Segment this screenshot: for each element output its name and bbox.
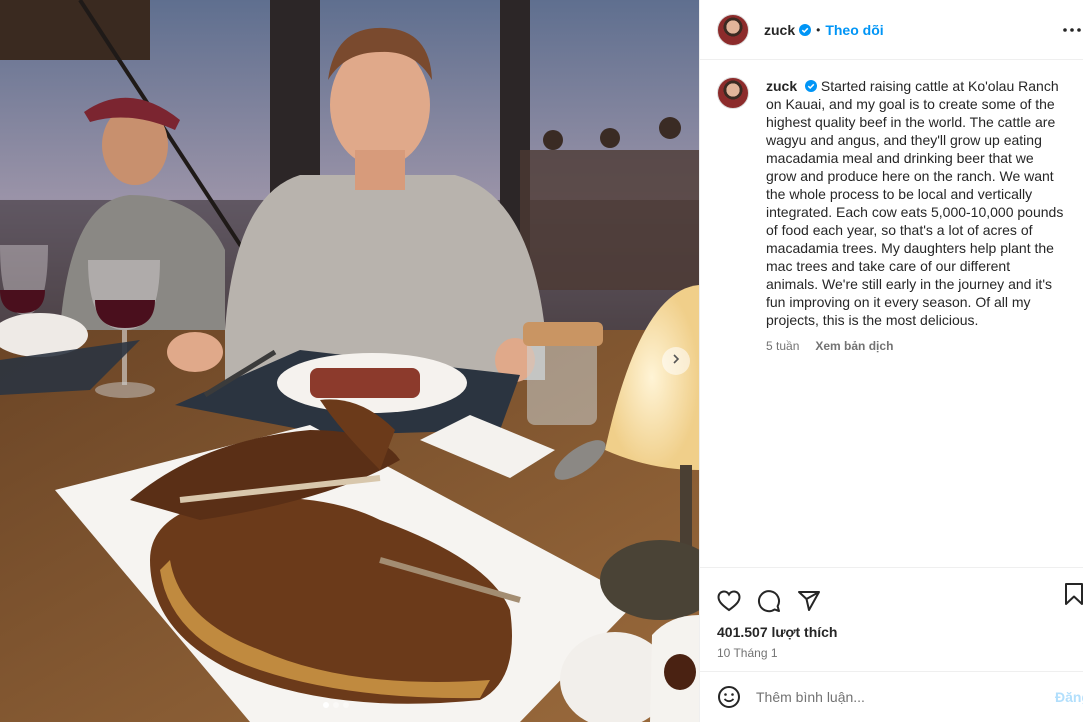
post-photo[interactable] xyxy=(0,0,699,722)
avatar[interactable] xyxy=(717,13,749,46)
heart-icon[interactable] xyxy=(716,588,742,614)
post-comment-button[interactable]: Đăng xyxy=(1055,689,1083,705)
share-icon[interactable] xyxy=(796,588,822,614)
comment-icon[interactable] xyxy=(756,588,782,614)
chevron-right-icon xyxy=(670,352,682,370)
post-sidebar: zuck • Theo dõi zuck Started raising cat… xyxy=(699,0,1083,722)
post-actions: 401.507 lượt thích 10 Tháng 1 xyxy=(700,567,1083,660)
caption-text: Started raising cattle at Ko'olau Ranch … xyxy=(766,78,1064,328)
follow-button[interactable]: Theo dõi xyxy=(825,22,883,38)
separator-dot: • xyxy=(816,22,821,37)
post-caption: zuck Started raising cattle at Ko'olau R… xyxy=(717,77,1077,355)
caption-body: zuck Started raising cattle at Ko'olau R… xyxy=(766,77,1066,355)
action-bar xyxy=(700,568,1083,620)
photo-image xyxy=(0,0,699,722)
username-link[interactable]: zuck xyxy=(764,22,795,38)
likes-count[interactable]: 401.507 lượt thích xyxy=(700,624,1083,640)
comment-input[interactable] xyxy=(756,689,1026,705)
next-photo-button[interactable] xyxy=(662,347,690,375)
carousel-dot xyxy=(323,702,329,708)
bookmark-icon[interactable] xyxy=(1064,582,1083,608)
post-header: zuck • Theo dõi xyxy=(700,0,1083,60)
post-date: 10 Tháng 1 xyxy=(717,646,778,660)
comment-form: Đăng xyxy=(700,671,1083,722)
caption-avatar[interactable] xyxy=(717,77,749,109)
caption-meta: 5 tuần Xem bản dịch xyxy=(766,337,1066,355)
translate-button[interactable]: Xem bản dịch xyxy=(815,337,893,355)
verified-badge-icon xyxy=(805,80,818,92)
carousel-dot xyxy=(333,702,339,708)
emoji-icon[interactable] xyxy=(716,684,742,710)
verified-badge-icon xyxy=(799,23,812,36)
carousel-dot xyxy=(343,702,349,708)
more-options-icon[interactable] xyxy=(1060,18,1083,42)
post-time: 5 tuần xyxy=(766,339,800,353)
carousel-indicator xyxy=(323,702,349,708)
caption-username[interactable]: zuck xyxy=(766,78,797,94)
